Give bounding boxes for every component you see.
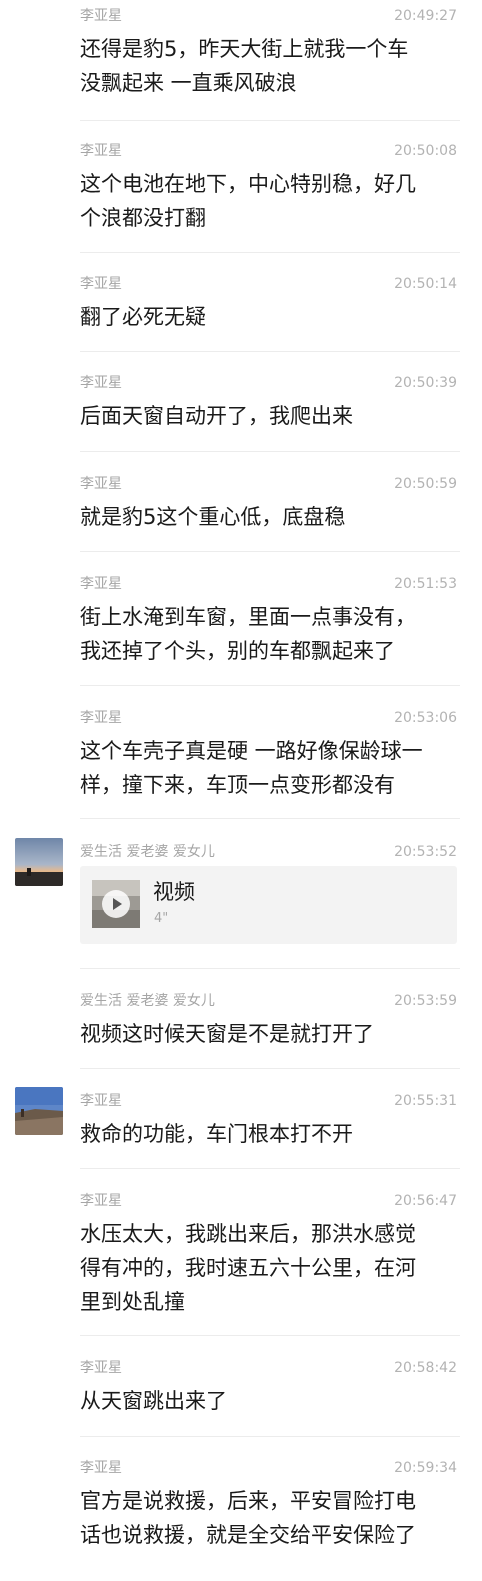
message-divider [80, 818, 460, 819]
message-text: 官方是说救援，后来，平安冒险打电 话也说救援，就是全交给平安保险了 [80, 1489, 416, 1547]
sender-name[interactable]: 爱生活 爱老婆 爱女儿 [80, 991, 215, 1011]
message-timestamp: 20:53:59 [394, 993, 457, 1009]
message-timestamp: 20:49:27 [394, 8, 457, 24]
message-divider [80, 451, 460, 452]
message-divider [80, 685, 460, 686]
message-divider [80, 252, 460, 253]
message-timestamp: 20:50:59 [394, 476, 457, 492]
message-timestamp: 20:55:31 [394, 1093, 457, 1109]
avatar[interactable] [15, 1087, 63, 1135]
sender-name[interactable]: 李亚星 [80, 708, 122, 728]
message-text: 视频这时候天窗是不是就打开了 [80, 1022, 374, 1046]
message-timestamp: 20:51:53 [394, 576, 457, 592]
message-text: 街上水淹到车窗，里面一点事没有， 我还掉了个头，别的车都飘起来了 [80, 605, 416, 663]
message-divider [80, 551, 460, 552]
message-timestamp: 20:53:52 [394, 844, 457, 860]
sender-name[interactable]: 李亚星 [80, 474, 122, 494]
sender-name[interactable]: 李亚星 [80, 1358, 122, 1378]
message-timestamp: 20:59:34 [394, 1460, 457, 1476]
video-thumbnail[interactable] [92, 880, 140, 928]
message-divider [80, 1335, 460, 1336]
sender-name[interactable]: 李亚星 [80, 574, 122, 594]
message-timestamp: 20:50:39 [394, 375, 457, 391]
message-divider [80, 1068, 460, 1069]
message-text: 就是豹5这个重心低，底盘稳 [80, 505, 346, 529]
sender-name[interactable]: 李亚星 [80, 1191, 122, 1211]
message-text: 水压太大，我跳出来后，那洪水感觉 得有冲的，我时速五六十公里，在河 里到处乱撞 [80, 1222, 416, 1314]
video-title: 视频 [153, 880, 195, 904]
sender-name[interactable]: 李亚星 [80, 1091, 122, 1111]
video-message-card[interactable]: 视频 4" [80, 866, 457, 944]
message-divider [80, 351, 460, 352]
message-divider [80, 120, 460, 121]
message-text: 还得是豹5，昨天大街上就我一个车 没飘起来 一直乘风破浪 [80, 37, 409, 95]
landscape-photo-icon [15, 1087, 63, 1135]
message-timestamp: 20:58:42 [394, 1360, 457, 1376]
message-text: 后面天窗自动开了，我爬出来 [80, 404, 353, 428]
message-divider [80, 968, 460, 969]
message-text: 从天窗跳出来了 [80, 1389, 227, 1413]
message-timestamp: 20:53:06 [394, 710, 457, 726]
message-timestamp: 20:50:14 [394, 276, 457, 292]
message-text: 这个电池在地下，中心特别稳，好几 个浪都没打翻 [80, 172, 416, 230]
message-timestamp: 20:50:08 [394, 143, 457, 159]
sender-name[interactable]: 李亚星 [80, 274, 122, 294]
message-divider [80, 1436, 460, 1437]
video-duration: 4" [154, 911, 169, 926]
message-divider [80, 1168, 460, 1169]
message-text: 救命的功能，车门根本打不开 [80, 1122, 353, 1146]
message-text: 翻了必死无疑 [80, 305, 206, 329]
sender-name[interactable]: 李亚星 [80, 373, 122, 393]
sender-name[interactable]: 爱生活 爱老婆 爱女儿 [80, 842, 215, 862]
chat-message-list: 李亚星 20:49:27 还得是豹5，昨天大街上就我一个车 没飘起来 一直乘风破… [0, 0, 482, 1581]
sender-name[interactable]: 李亚星 [80, 141, 122, 161]
sender-name[interactable]: 李亚星 [80, 1458, 122, 1478]
avatar[interactable] [15, 838, 63, 886]
play-icon[interactable] [102, 890, 130, 918]
sunset-photo-icon [15, 838, 63, 886]
message-text: 这个车壳子真是硬 一路好像保龄球一 样，撞下来，车顶一点变形都没有 [80, 739, 423, 797]
sender-name[interactable]: 李亚星 [80, 6, 122, 26]
message-timestamp: 20:56:47 [394, 1193, 457, 1209]
